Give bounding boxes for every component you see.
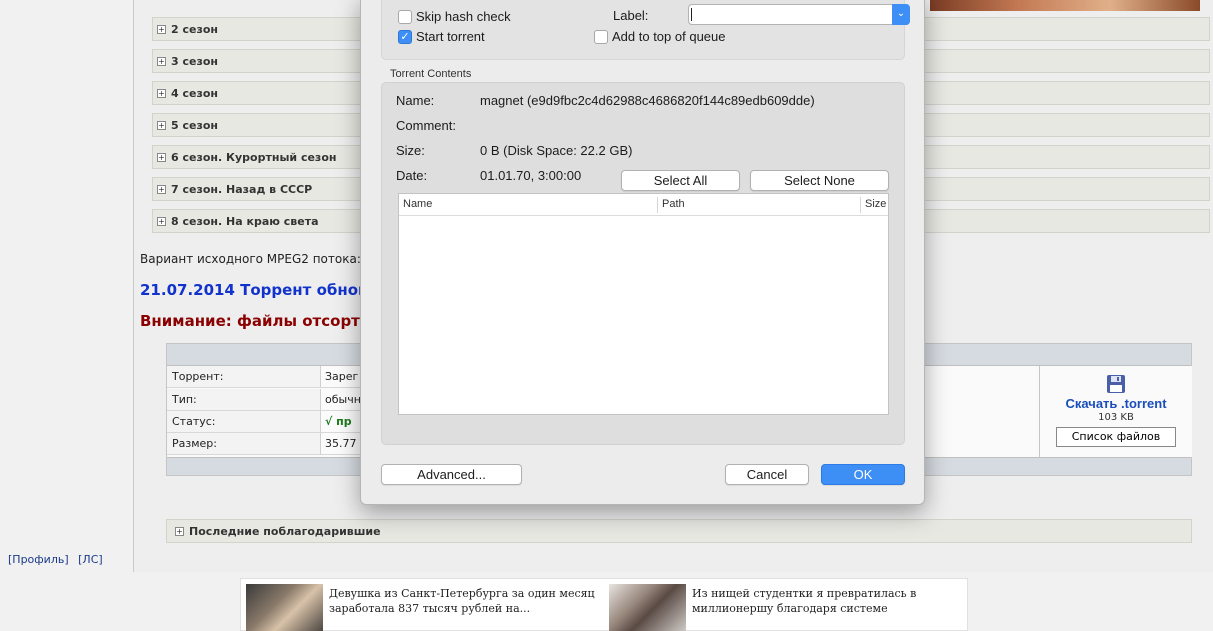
ad-item[interactable]: Из нищей студентки я превратилась в милл… <box>604 584 964 631</box>
expand-icon: + <box>175 526 184 536</box>
column-path[interactable]: Path <box>662 198 685 210</box>
warning-notice: Внимание: файлы отсортир <box>140 312 382 330</box>
torrent-contents-box: Name: magnet (e9d9fbc2c4d62988c4686820f1… <box>381 82 905 445</box>
date-label: Date: <box>396 168 428 183</box>
expand-icon: + <box>157 184 166 194</box>
add-top-queue-option[interactable]: Add to top of queue <box>594 29 725 44</box>
start-torrent-option[interactable]: ✓ Start torrent <box>398 29 485 44</box>
column-divider <box>860 197 861 213</box>
skip-hash-check-option[interactable]: Skip hash check <box>398 9 511 24</box>
add-torrent-dialog: Skip hash check ✓ Start torrent Label: ⌄… <box>360 0 925 505</box>
start-torrent-checkbox[interactable]: ✓ <box>398 29 412 44</box>
expand-icon: + <box>157 120 166 130</box>
update-notice: 21.07.2014 Торрент обновл <box>140 281 379 299</box>
season-label: 4 сезон <box>171 86 219 100</box>
download-torrent-link[interactable]: Скачать .torrent <box>1040 396 1192 411</box>
options-box: Skip hash check ✓ Start torrent Label: ⌄… <box>381 0 910 60</box>
column-name[interactable]: Name <box>403 198 432 210</box>
advanced-button[interactable]: Advanced... <box>381 464 522 485</box>
season-label: 2 сезон <box>171 22 219 36</box>
status-value: √ пр <box>321 411 361 433</box>
text-cursor <box>691 8 692 21</box>
table-row: Размер: 35.77 <box>167 433 361 455</box>
table-row: Статус: √ пр <box>167 411 361 433</box>
season-label: 7 сезон. Назад в СССР <box>171 182 313 196</box>
chevron-down-icon[interactable]: ⌄ <box>892 4 910 25</box>
row-label: Торрент: <box>167 366 321 388</box>
cancel-button[interactable]: Cancel <box>725 464 809 485</box>
torrent-file-size: 103 KB <box>1098 412 1134 423</box>
row-value: обычн <box>321 389 361 411</box>
label-field-label: Label: <box>613 8 649 23</box>
private-message-link[interactable]: [ЛС] <box>78 553 103 566</box>
expand-icon: + <box>157 152 166 162</box>
left-sidebar <box>0 0 134 572</box>
ad-image[interactable] <box>246 584 323 631</box>
file-list-header: Name Path Size <box>399 194 888 216</box>
skip-hash-label: Skip hash check <box>416 9 511 24</box>
ad-text[interactable]: Девушка из Санкт-Петербурга за один меся… <box>329 586 599 616</box>
mpeg-variant-text: Вариант исходного MPEG2 потока: <box>140 252 361 266</box>
spoiler-last-thanks[interactable]: + Последние поблагодарившие <box>166 519 1192 543</box>
expand-icon: + <box>157 24 166 34</box>
date-value: 01.01.70, 3:00:00 <box>480 168 582 183</box>
size-label: Size: <box>396 143 425 158</box>
start-torrent-label: Start torrent <box>416 29 485 44</box>
expand-icon: + <box>157 216 166 226</box>
torrent-contents-title: Torrent Contents <box>390 68 472 80</box>
expand-icon: + <box>157 56 166 66</box>
table-row: Торрент: Зарег <box>167 366 361 388</box>
table-row: Тип: обычн <box>167 389 361 411</box>
row-value: 35.77 <box>321 433 361 455</box>
add-top-queue-label: Add to top of queue <box>612 29 726 44</box>
thanks-label: Последние поблагодарившие <box>189 524 381 538</box>
profile-links: [Профиль] [ЛС] <box>8 553 109 566</box>
ad-image[interactable] <box>609 584 686 631</box>
season-label: 6 сезон. Курортный сезон <box>171 150 337 164</box>
name-value: magnet (e9d9fbc2c4d62988c4686820f144c89e… <box>480 93 815 108</box>
add-top-queue-checkbox[interactable] <box>594 29 608 44</box>
comment-label: Comment: <box>396 118 456 133</box>
header-image <box>930 0 1200 11</box>
season-label: 8 сезон. На краю света <box>171 214 319 228</box>
row-label: Статус: <box>167 411 321 433</box>
ad-text[interactable]: Из нищей студентки я превратилась в милл… <box>692 586 962 616</box>
ad-item[interactable]: Девушка из Санкт-Петербурга за один меся… <box>241 584 601 631</box>
download-box: Скачать .torrent 103 KB Список файлов <box>1039 366 1192 457</box>
floppy-disk-icon[interactable] <box>1106 374 1126 394</box>
label-combobox[interactable]: ⌄ <box>688 4 910 25</box>
select-all-button[interactable]: Select All <box>621 170 740 191</box>
size-value: 0 B (Disk Space: 22.2 GB) <box>480 143 633 158</box>
skip-hash-checkbox[interactable] <box>398 9 412 24</box>
season-label: 3 сезон <box>171 54 219 68</box>
file-list[interactable]: Name Path Size <box>398 193 889 415</box>
expand-icon: + <box>157 88 166 98</box>
season-label: 5 сезон <box>171 118 219 132</box>
column-divider <box>657 197 658 213</box>
name-label: Name: <box>396 93 435 108</box>
select-none-button[interactable]: Select None <box>750 170 889 191</box>
ads-bar: Девушка из Санкт-Петербурга за один меся… <box>240 578 968 631</box>
file-list-button[interactable]: Список файлов <box>1056 427 1176 447</box>
row-value: Зарег <box>321 366 361 388</box>
profile-link[interactable]: [Профиль] <box>8 553 69 566</box>
column-size[interactable]: Size <box>865 198 886 210</box>
row-label: Размер: <box>167 433 321 455</box>
ok-button[interactable]: OK <box>821 464 905 485</box>
row-label: Тип: <box>167 389 321 411</box>
